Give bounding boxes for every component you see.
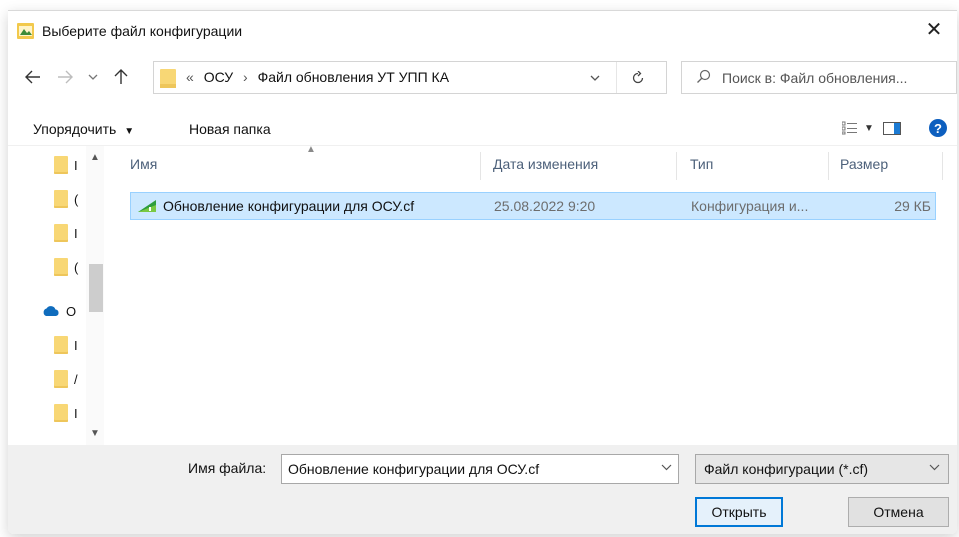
refresh-icon: [632, 71, 644, 84]
refresh-button[interactable]: [626, 67, 650, 89]
file-name: Обновление конфигурации для ОСУ.cf: [163, 198, 415, 214]
nav-pane-label: I: [74, 157, 78, 173]
file-row-selected[interactable]: Обновление конфигурации для ОСУ.cf 25.08…: [130, 192, 936, 220]
column-divider[interactable]: [942, 152, 943, 180]
address-dropdown-button[interactable]: [586, 70, 604, 86]
recent-locations-button[interactable]: [86, 65, 100, 89]
scroll-up-icon[interactable]: ▲: [88, 150, 102, 164]
main-area: I ( I ( O I / I ▲ ▼ ▲ Имя Дата изменения…: [8, 144, 957, 446]
column-header-date[interactable]: Дата изменения: [493, 146, 598, 182]
address-divider: [616, 62, 617, 93]
filename-combobox[interactable]: [281, 454, 679, 484]
column-header-name[interactable]: Имя: [130, 146, 157, 182]
app-icon: [17, 23, 34, 39]
navigation-bar: « ОСУ › Файл обновления УТ УПП КА: [8, 59, 957, 95]
preview-pane-icon: [883, 122, 901, 135]
address-bar[interactable]: « ОСУ › Файл обновления УТ УПП КА: [153, 61, 667, 94]
folder-icon: [54, 156, 68, 174]
nav-pane-onedrive[interactable]: O: [42, 300, 82, 322]
help-icon: ?: [934, 120, 942, 136]
cancel-button[interactable]: Отмена: [848, 497, 949, 527]
caret-down-icon: ▼: [864, 122, 874, 134]
folder-icon: [54, 404, 68, 422]
caret-down-icon: ▼: [124, 126, 135, 137]
column-header-size[interactable]: Размер: [840, 146, 888, 182]
nav-pane-label: /: [74, 371, 78, 387]
open-button[interactable]: Открыть: [695, 497, 783, 527]
nav-pane-label: O: [66, 303, 77, 319]
navigation-pane[interactable]: I ( I ( O I / I ▲ ▼: [8, 146, 104, 446]
preview-pane-button[interactable]: [883, 122, 901, 135]
folder-icon: [54, 224, 68, 242]
column-divider[interactable]: [676, 152, 677, 180]
view-options-button[interactable]: ▼: [842, 121, 874, 135]
arrow-left-icon: [25, 70, 40, 84]
file-open-dialog: Выберите файл конфигурации ✕ « ОСУ › Фай…: [8, 10, 957, 534]
column-divider[interactable]: [828, 152, 829, 180]
search-icon: [697, 69, 711, 83]
file-type: Конфигурация и...: [691, 198, 809, 214]
folder-icon: [54, 370, 68, 388]
breadcrumb-item-current[interactable]: Файл обновления УТ УПП КА: [258, 69, 449, 85]
column-header-type[interactable]: Тип: [690, 146, 713, 182]
breadcrumb-separator-icon[interactable]: ›: [243, 69, 248, 85]
nav-pane-label: (: [74, 259, 79, 275]
chevron-down-icon: [590, 75, 600, 81]
new-folder-label: Новая папка: [189, 121, 271, 137]
window-title: Выберите файл конфигурации: [42, 23, 243, 39]
nav-pane-label: I: [74, 337, 78, 353]
folder-icon: [160, 69, 176, 88]
file-list[interactable]: ▲ Имя Дата изменения Тип Размер Обновлен…: [120, 144, 950, 446]
filetype-value: Файл конфигурации (*.cf): [704, 461, 869, 477]
arrow-right-icon: [58, 70, 73, 84]
breadcrumb-item-osu[interactable]: ОСУ: [204, 69, 233, 85]
back-button[interactable]: [22, 65, 44, 89]
filename-input[interactable]: [288, 460, 638, 478]
search-box[interactable]: [681, 61, 957, 94]
up-button[interactable]: [110, 65, 132, 89]
close-icon: ✕: [925, 18, 943, 41]
column-divider[interactable]: [480, 152, 481, 180]
view-options-icon: [842, 121, 857, 135]
sort-ascending-icon: ▲: [306, 144, 316, 155]
filename-label: Имя файла:: [188, 460, 267, 476]
chevron-down-icon: [88, 74, 98, 80]
organize-button[interactable]: Упорядочить ▼: [33, 121, 134, 137]
help-button[interactable]: ?: [929, 119, 947, 137]
title-bar: Выберите файл конфигурации ✕: [8, 11, 957, 47]
organize-label: Упорядочить: [33, 121, 117, 137]
nav-pane-label: I: [74, 405, 78, 421]
command-toolbar: Упорядочить ▼ Новая папка ▼ ?: [8, 115, 957, 145]
close-button[interactable]: ✕: [911, 11, 957, 47]
breadcrumb-overflow[interactable]: «: [186, 69, 194, 85]
chevron-down-icon: [929, 462, 940, 474]
search-input[interactable]: [722, 68, 954, 88]
folder-icon: [54, 336, 68, 354]
new-folder-button[interactable]: Новая папка: [189, 121, 271, 137]
folder-icon: [54, 258, 68, 276]
dialog-footer: Имя файла: Файл конфигурации (*.cf) Откр…: [8, 445, 957, 534]
filetype-select[interactable]: Файл конфигурации (*.cf): [695, 454, 949, 484]
file-size: 29 КБ: [894, 198, 931, 214]
nav-pane-label: I: [74, 225, 78, 241]
folder-icon: [54, 190, 68, 208]
onedrive-cloud-icon: [43, 306, 59, 316]
breadcrumb: « ОСУ › Файл обновления УТ УПП КА: [186, 69, 455, 85]
nav-pane-label: (: [74, 191, 79, 207]
nav-pane-scrollbar[interactable]: ▲ ▼: [86, 146, 104, 446]
scroll-down-icon[interactable]: ▼: [88, 426, 102, 440]
scrollbar-thumb[interactable]: [89, 264, 103, 312]
file-date: 25.08.2022 9:20: [494, 198, 596, 214]
forward-button[interactable]: [54, 65, 76, 89]
chevron-down-icon[interactable]: [661, 462, 672, 474]
arrow-up-icon: [114, 69, 128, 84]
cf-file-icon: [138, 200, 156, 212]
